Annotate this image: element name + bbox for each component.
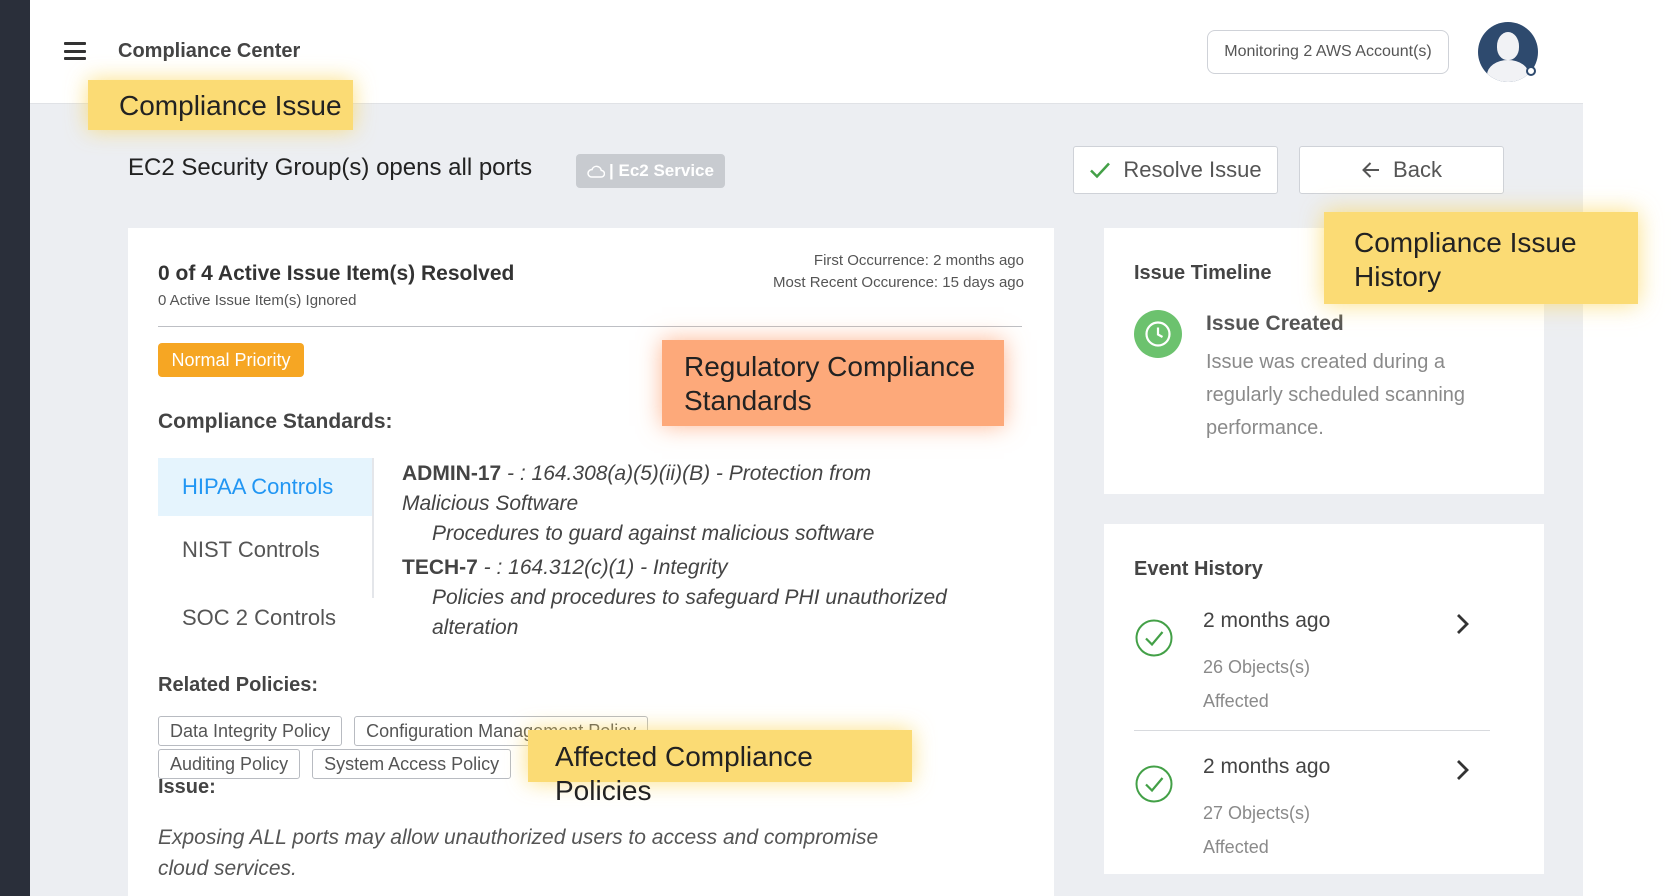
service-badge: | Ec2 Service bbox=[576, 154, 725, 188]
event-objects: 27 Objects(s) Affected bbox=[1203, 803, 1311, 857]
timeline-event-title: Issue Created bbox=[1206, 312, 1344, 335]
related-policies-label: Related Policies: bbox=[158, 674, 319, 696]
resolve-issue-label: Resolve Issue bbox=[1123, 157, 1262, 182]
event-history-card: Event History 2 months ago 26 Objects(s)… bbox=[1104, 524, 1544, 874]
tabs-divider bbox=[372, 458, 374, 598]
callout-affected-policies: Affected Compliance Policies bbox=[528, 730, 912, 806]
resolved-count: 0 of 4 Active Issue Item(s) Resolved bbox=[158, 262, 515, 285]
standard-admin-17: ADMIN-17 - : 164.308(a)(5)(ii)(B) - Prot… bbox=[402, 462, 871, 486]
issue-timeline-title: Issue Timeline bbox=[1134, 262, 1272, 284]
check-icon bbox=[1090, 162, 1111, 179]
aws-accounts-button[interactable]: Monitoring 2 AWS Account(s) bbox=[1207, 30, 1449, 74]
standard-code: TECH-7 bbox=[402, 556, 478, 579]
callout-compliance-issue: Compliance Issue bbox=[88, 80, 353, 130]
standard-description-cont: alteration bbox=[432, 616, 519, 639]
standard-reference: - : 164.308(a)(5)(ii)(B) - Protection fr… bbox=[501, 462, 872, 485]
issue-title: EC2 Security Group(s) opens all ports bbox=[128, 154, 533, 181]
standard-reference: - : 164.312(c)(1) - Integrity bbox=[477, 556, 728, 579]
service-badge-label: | Ec2 Service bbox=[609, 161, 714, 180]
check-circle-icon bbox=[1135, 765, 1173, 803]
event-item[interactable]: 2 months ago 27 Objects(s) Affected bbox=[1134, 738, 1490, 868]
policy-chip-data-integrity[interactable]: Data Integrity Policy bbox=[158, 716, 343, 746]
resolve-issue-button[interactable]: Resolve Issue bbox=[1073, 146, 1278, 194]
policy-chip-system-access[interactable]: System Access Policy bbox=[312, 749, 512, 779]
event-history-title: Event History bbox=[1134, 558, 1263, 580]
app-title: Compliance Center bbox=[118, 40, 301, 62]
status-dot-icon bbox=[1526, 66, 1536, 76]
callout-issue-history: Compliance Issue History bbox=[1324, 212, 1638, 304]
left-edge-strip bbox=[0, 0, 30, 896]
clock-icon bbox=[1134, 310, 1182, 358]
recent-occurrence: Most Recent Occurence: 15 days ago bbox=[773, 274, 1024, 291]
event-item[interactable]: 2 months ago 26 Objects(s) Affected bbox=[1134, 592, 1490, 722]
issue-label: Issue: bbox=[158, 776, 216, 798]
ignored-count: 0 Active Issue Item(s) Ignored bbox=[158, 292, 357, 309]
standard-reference-cont: Malicious Software bbox=[402, 492, 579, 515]
back-button[interactable]: Back bbox=[1299, 146, 1504, 194]
hamburger-menu-icon[interactable] bbox=[64, 42, 86, 60]
tab-soc2-controls[interactable]: SOC 2 Controls bbox=[158, 584, 373, 652]
tab-hipaa-controls[interactable]: HIPAA Controls bbox=[158, 458, 373, 516]
event-time: 2 months ago bbox=[1203, 609, 1331, 632]
app-container: Compliance Center Monitoring 2 AWS Accou… bbox=[30, 0, 1638, 896]
priority-badge: Normal Priority bbox=[158, 343, 304, 377]
divider bbox=[158, 326, 1022, 327]
chevron-right-icon[interactable] bbox=[1452, 758, 1472, 782]
compliance-standards-label: Compliance Standards: bbox=[158, 410, 393, 433]
first-occurrence: First Occurrence: 2 months ago bbox=[813, 252, 1024, 269]
arrow-left-icon bbox=[1362, 162, 1380, 178]
check-circle-icon bbox=[1135, 619, 1173, 657]
standard-code: ADMIN-17 bbox=[402, 462, 502, 485]
event-time: 2 months ago bbox=[1203, 755, 1331, 778]
standard-tech-7: TECH-7 - : 164.312(c)(1) - Integrity bbox=[402, 556, 728, 580]
policy-chip-auditing[interactable]: Auditing Policy bbox=[158, 749, 301, 779]
standard-description: Policies and procedures to safeguard PHI… bbox=[432, 586, 947, 609]
tab-nist-controls[interactable]: NIST Controls bbox=[158, 516, 373, 584]
standards-tabs: HIPAA Controls NIST Controls SOC 2 Contr… bbox=[158, 458, 373, 652]
cloud-icon bbox=[587, 165, 606, 178]
back-label: Back bbox=[1393, 157, 1442, 182]
divider bbox=[1134, 730, 1490, 731]
callout-regulatory-compliance: Regulatory Compliance Standards bbox=[662, 340, 1004, 426]
timeline-event-description: Issue was created during a regularly sch… bbox=[1206, 351, 1466, 439]
standard-description: Procedures to guard against malicious so… bbox=[432, 522, 875, 545]
issue-description: Exposing ALL ports may allow unauthorize… bbox=[158, 826, 879, 880]
chevron-right-icon[interactable] bbox=[1452, 612, 1472, 636]
event-objects: 26 Objects(s) Affected bbox=[1203, 657, 1311, 711]
